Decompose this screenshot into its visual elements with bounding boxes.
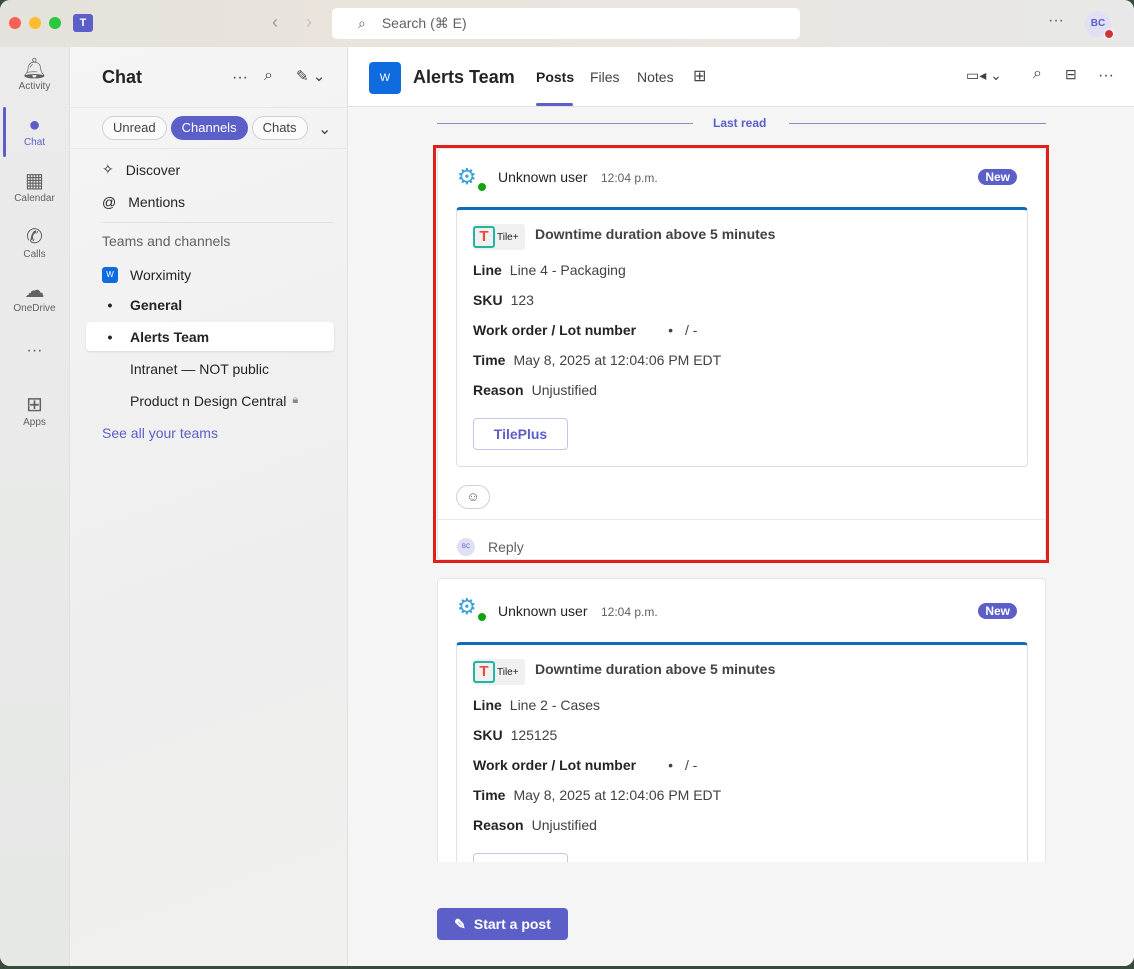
bell-icon: 🔔︎ bbox=[21, 58, 48, 80]
avatar[interactable]: BC bbox=[1085, 11, 1114, 39]
more-apps-icon[interactable]: ··· bbox=[0, 342, 69, 360]
add-tab-icon[interactable]: ⊞ bbox=[693, 66, 706, 86]
close-window-button[interactable] bbox=[9, 17, 21, 29]
tab-notes[interactable]: Notes bbox=[637, 69, 674, 85]
rail-calls[interactable]: ✆ Calls bbox=[0, 225, 69, 260]
chat-sidebar: Chat ··· ⌕ ✎ ⌄ Unread Channels Chats ⌄ ✧… bbox=[69, 47, 349, 966]
rail-apps[interactable]: ⊞ Apps bbox=[0, 393, 69, 428]
start-post-button[interactable]: ✎ Start a post bbox=[437, 908, 568, 940]
rail-activity[interactable]: 🔔︎ Activity bbox=[0, 57, 69, 92]
teams-logo-icon: T bbox=[73, 14, 93, 32]
channel-alerts-team[interactable]: • Alerts Team bbox=[86, 322, 334, 351]
team-avatar: W bbox=[102, 266, 118, 283]
app-rail: 🔔︎ Activity ● Chat ▦ Calendar ✆ Calls ☁︎ OneD… bbox=[0, 47, 69, 966]
open-panel-icon[interactable]: ⊟ bbox=[1065, 66, 1077, 83]
tab-posts[interactable]: Posts bbox=[536, 69, 574, 85]
webhook-avatar-icon: ⚙︎ bbox=[457, 594, 487, 622]
filter-chats[interactable]: Chats bbox=[251, 116, 308, 140]
more-options-icon[interactable]: ··· bbox=[1048, 12, 1064, 30]
channel-main: W Alerts Team Posts Files Notes ⊞ ▭◂ ⌄ ⌕… bbox=[348, 47, 1134, 966]
channel-product-design[interactable]: Product n Design Central 🔒︎ bbox=[86, 386, 334, 415]
post-author[interactable]: Unknown user bbox=[498, 603, 588, 619]
team-avatar: W bbox=[369, 62, 401, 94]
field-sku: SKU 125125 bbox=[473, 727, 558, 743]
compose-icon: ✎ bbox=[454, 915, 466, 932]
field-reason: Reason Unjustified bbox=[473, 817, 597, 833]
filter-unread[interactable]: Unread bbox=[102, 116, 167, 140]
at-icon: @ bbox=[102, 193, 117, 210]
search-input[interactable]: ⌕ Search (⌘ E) bbox=[332, 8, 800, 39]
zoom-window-button[interactable] bbox=[49, 17, 61, 29]
see-all-teams-link[interactable]: See all your teams bbox=[102, 425, 218, 441]
post-card: ⚙︎ Unknown user 12:04 p.m. New T Tile+ Do… bbox=[437, 578, 1046, 862]
team-worximity[interactable]: W Worximity bbox=[86, 260, 334, 289]
search-icon[interactable]: ⌕ bbox=[1033, 65, 1042, 83]
field-line: Line Line 2 - Cases bbox=[473, 697, 601, 713]
cloud-icon: ☁︎ bbox=[24, 280, 45, 302]
rail-onedrive[interactable]: ☁︎ OneDrive bbox=[0, 279, 69, 314]
highlight-box bbox=[433, 145, 1049, 563]
card-title: Downtime duration above 5 minutes bbox=[535, 661, 776, 677]
sidebar-item-discover[interactable]: ✧ Discover bbox=[86, 155, 334, 184]
chevron-down-icon[interactable]: ⌄ bbox=[318, 119, 331, 139]
phone-icon: ✆ bbox=[26, 226, 43, 248]
rail-calendar[interactable]: ▦ Calendar bbox=[0, 169, 69, 204]
sparkle-icon: ✧ bbox=[102, 161, 114, 177]
channel-header: W Alerts Team Posts Files Notes ⊞ ▭◂ ⌄ ⌕… bbox=[348, 47, 1134, 107]
lock-icon: 🔒︎ bbox=[292, 394, 299, 406]
filter-channels[interactable]: Channels bbox=[170, 116, 248, 140]
status-dot bbox=[1104, 29, 1114, 39]
channel-title: Alerts Team bbox=[413, 67, 515, 87]
titlebar: T ‹ › ⌕ Search (⌘ E) ··· BC bbox=[0, 0, 1134, 47]
forward-icon[interactable]: › bbox=[306, 12, 312, 33]
new-badge: New bbox=[978, 603, 1017, 619]
tab-files[interactable]: Files bbox=[590, 69, 620, 85]
post-card-clip: ⚙︎ Unknown user 12:04 p.m. New T Tile+ Do… bbox=[437, 578, 1046, 862]
tileplus-logo-icon: T Tile+ bbox=[473, 659, 525, 685]
new-chat-icon[interactable]: ✎ ⌄ bbox=[296, 67, 325, 85]
adaptive-card: T Tile+ Downtime duration above 5 minutes… bbox=[456, 642, 1028, 862]
field-work-order: Work order / Lot number • / - bbox=[473, 757, 698, 773]
channel-intranet[interactable]: Intranet — NOT public bbox=[86, 354, 334, 383]
teams-window: T ‹ › ⌕ Search (⌘ E) ··· BC 🔔︎ Activity ● C… bbox=[0, 0, 1134, 966]
chat-icon: ● bbox=[28, 114, 41, 136]
more-options-icon[interactable]: ··· bbox=[1098, 67, 1114, 85]
plus-square-icon: ⊞ bbox=[26, 394, 43, 416]
sidebar-item-mentions[interactable]: @ Mentions bbox=[86, 187, 334, 216]
field-time: Time May 8, 2025 at 12:04:06 PM EDT bbox=[473, 787, 722, 803]
filter-pills: Unread Channels Chats bbox=[102, 116, 308, 140]
channel-general[interactable]: • General bbox=[86, 290, 334, 319]
sidebar-title: Chat bbox=[102, 67, 142, 87]
more-options-icon[interactable]: ··· bbox=[232, 69, 248, 87]
last-read-divider: Last read bbox=[437, 115, 1046, 131]
minimize-window-button[interactable] bbox=[29, 17, 41, 29]
video-call-icon[interactable]: ▭◂ ⌄ bbox=[966, 67, 1002, 84]
search-icon[interactable]: ⌕ bbox=[264, 67, 273, 85]
back-icon[interactable]: ‹ bbox=[272, 12, 278, 33]
search-icon: ⌕ bbox=[358, 15, 366, 31]
calendar-icon: ▦ bbox=[25, 170, 44, 192]
rail-chat[interactable]: ● Chat bbox=[0, 113, 69, 148]
section-header[interactable]: Teams and channels bbox=[102, 233, 230, 249]
post-time: 12:04 p.m. bbox=[601, 605, 658, 619]
tileplus-button[interactable] bbox=[473, 853, 568, 862]
